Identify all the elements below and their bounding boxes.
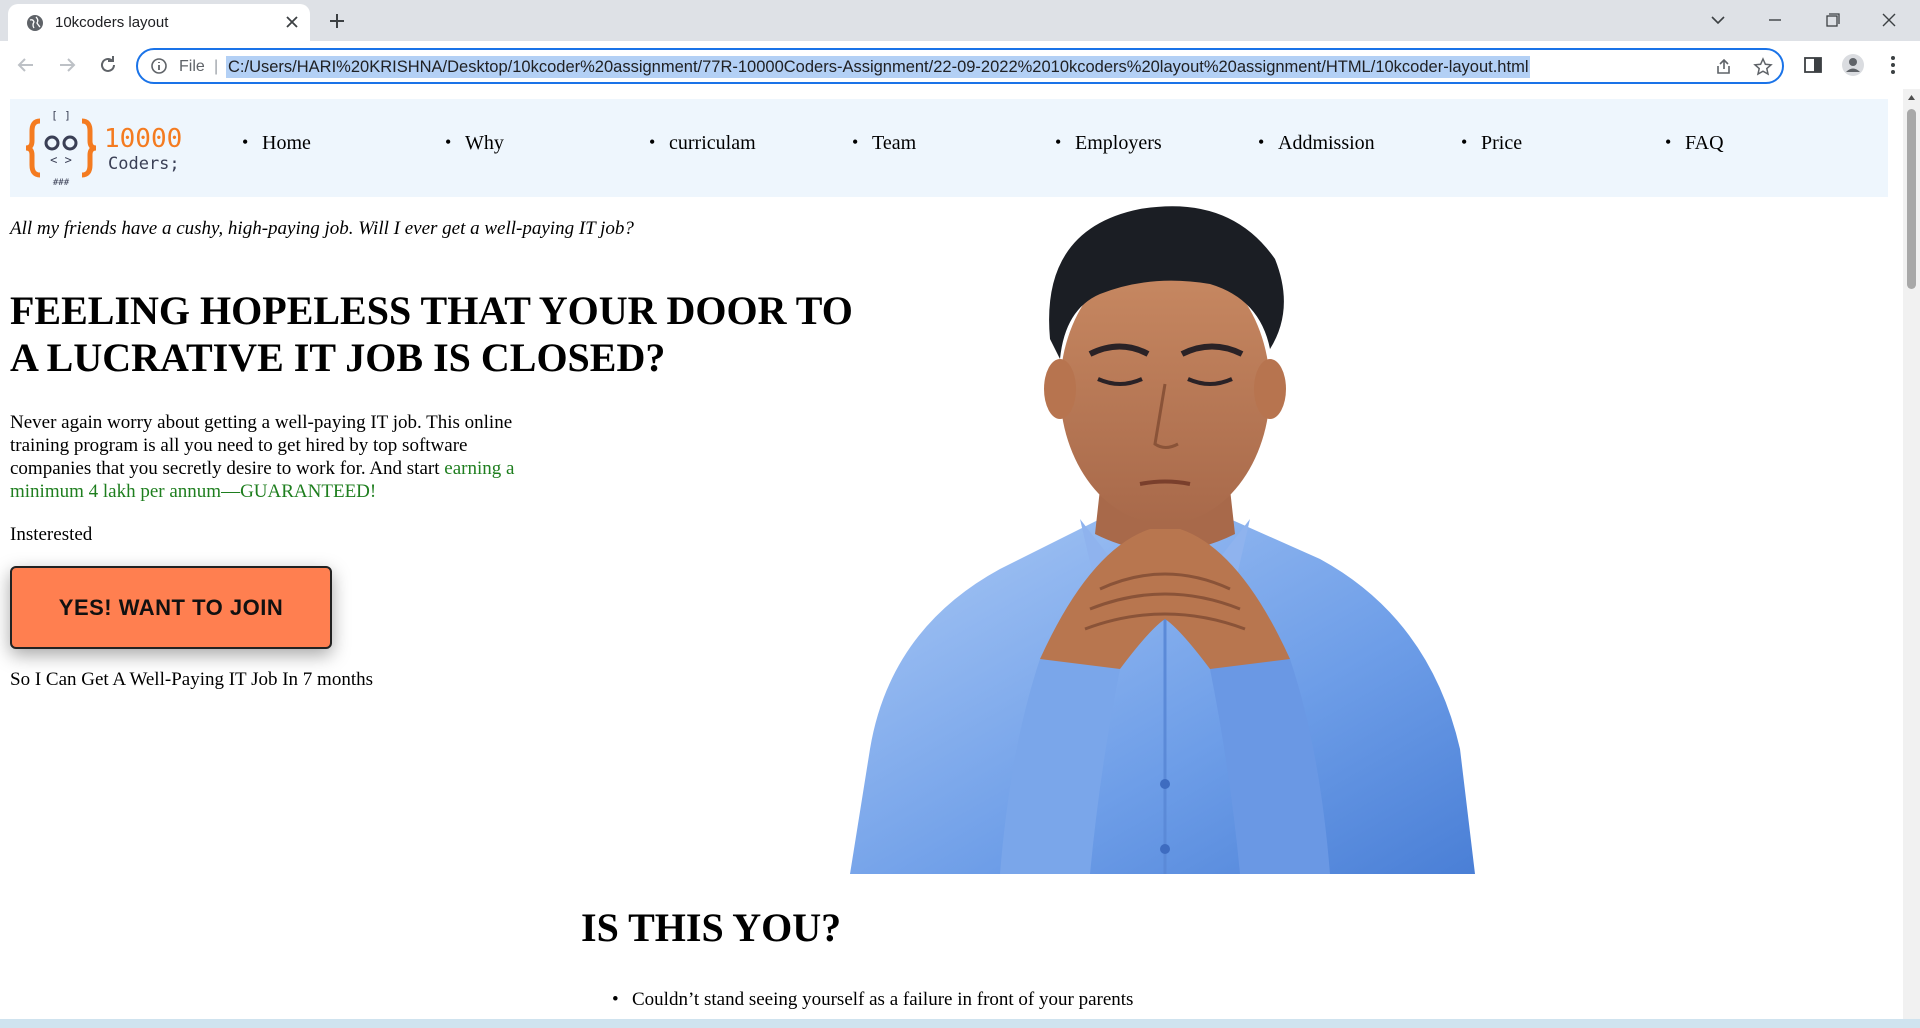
close-tab-icon[interactable] [282, 12, 302, 32]
restore-icon[interactable] [1815, 6, 1849, 34]
logo-word: Coders; [108, 154, 180, 174]
tab-title: 10kcoders layout [55, 14, 169, 31]
scroll-up-arrow-icon[interactable] [1907, 93, 1916, 102]
browser-toolbar: File | C:/Users/HARI%20KRISHNA/Desktop/1… [0, 41, 1920, 89]
nav-team[interactable]: Team [852, 132, 916, 155]
cta-subtext: So I Can Get A Well-Paying IT Job In 7 m… [10, 669, 373, 690]
nav-addmission[interactable]: Addmission [1258, 132, 1375, 155]
url-scheme: File [179, 58, 205, 75]
hero-headline: FEELING HOPELESS THAT YOUR DOOR TO A LUC… [10, 288, 853, 380]
svg-text:###: ### [53, 178, 70, 188]
svg-text:< >: < > [50, 153, 72, 167]
nav-faq[interactable]: FAQ [1665, 132, 1723, 155]
10000-coders-logo[interactable]: [ ] < > ### 10000 Coders; [22, 107, 198, 189]
reload-icon[interactable] [96, 53, 120, 77]
section-title-is-this-you: IS THIS YOU? [581, 905, 842, 950]
address-bar[interactable]: File | C:/Users/HARI%20KRISHNA/Desktop/1… [136, 48, 1784, 84]
svg-text:[ ]: [ ] [51, 109, 71, 122]
interested-label: Insterested [10, 524, 93, 545]
profile-avatar-icon[interactable] [1841, 53, 1865, 77]
tab-search-icon[interactable] [1701, 6, 1735, 34]
new-tab-icon[interactable] [325, 9, 349, 33]
hero-kicker: All my friends have a cushy, high-paying… [10, 218, 634, 239]
minimize-icon[interactable] [1758, 6, 1792, 34]
site-navbar: [ ] < > ### 10000 Coders; Home Why curri… [10, 99, 1888, 197]
url-separator: | [214, 58, 219, 75]
tab-bar: 10kcoders layout [0, 0, 1920, 41]
back-icon[interactable] [14, 53, 38, 77]
logo-number: 10000 [104, 124, 182, 154]
page-scrollbar[interactable] [1903, 89, 1920, 1023]
hero-image-pensive-man [850, 206, 1475, 874]
nav-price[interactable]: Price [1461, 132, 1522, 155]
share-icon[interactable] [1714, 57, 1734, 77]
bookmark-star-icon[interactable] [1753, 57, 1773, 77]
taskbar-edge [0, 1019, 1920, 1028]
hero-paragraph: Never again worry about getting a well-p… [10, 411, 550, 503]
page-viewport: [ ] < > ### 10000 Coders; Home Why curri… [0, 89, 1903, 1023]
info-icon[interactable] [150, 57, 168, 75]
hero-paragraph-text: Never again worry about getting a well-p… [10, 412, 513, 479]
globe-icon [27, 15, 43, 31]
join-button[interactable]: YES! WANT TO JOIN [10, 566, 332, 649]
scrollbar-thumb[interactable] [1907, 109, 1916, 289]
nav-employers[interactable]: Employers [1055, 132, 1162, 155]
forward-icon[interactable] [55, 53, 79, 77]
url-text[interactable]: C:/Users/HARI%20KRISHNA/Desktop/10kcoder… [226, 56, 1531, 78]
nav-home[interactable]: Home [242, 132, 311, 155]
nav-why[interactable]: Why [445, 132, 504, 155]
menu-kebab-icon[interactable] [1881, 53, 1905, 77]
nav-curriculam[interactable]: curriculam [649, 132, 756, 155]
close-window-icon[interactable] [1872, 6, 1906, 34]
side-panel-icon[interactable] [1801, 53, 1825, 77]
list-item: Couldn’t stand seeing yourself as a fail… [612, 989, 1133, 1011]
browser-tab[interactable]: 10kcoders layout [8, 4, 310, 41]
